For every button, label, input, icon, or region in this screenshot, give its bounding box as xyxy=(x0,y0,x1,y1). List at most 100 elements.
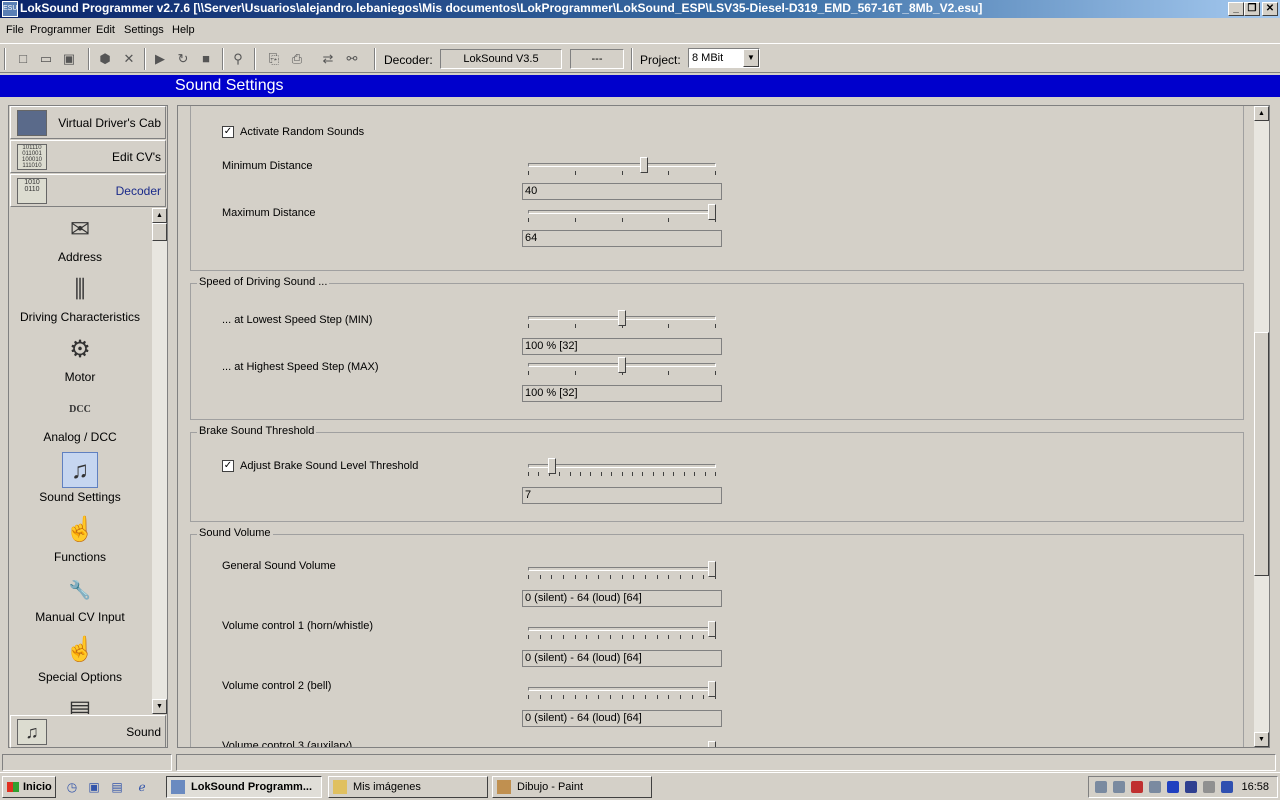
taskbar-item-label: LokSound Programm... xyxy=(191,781,313,793)
sidebar-button-decoder[interactable]: 1010 0110 Decoder xyxy=(10,174,166,207)
open-folder-icon[interactable]: ▭ xyxy=(38,51,54,67)
maximize-button[interactable]: ❐ xyxy=(1244,2,1260,16)
scrollbar-thumb[interactable] xyxy=(152,223,167,241)
toolbar-separator xyxy=(631,48,633,70)
reload-icon[interactable]: ↻ xyxy=(175,51,191,67)
media-quicklaunch-icon[interactable]: ▤ xyxy=(109,779,125,795)
sidebar-item-info-card[interactable]: ▤ xyxy=(10,688,150,714)
slider-thumb[interactable] xyxy=(708,741,716,747)
section-header: Sound Settings xyxy=(0,75,1280,97)
browser-quicklaunch-icon[interactable]: ℯ xyxy=(134,779,150,795)
shield-icon[interactable] xyxy=(1185,781,1197,793)
highest-speed-step-slider[interactable] xyxy=(528,357,716,375)
slider-thumb[interactable] xyxy=(640,157,648,173)
read-decoder-icon[interactable]: ⎘ xyxy=(266,51,282,67)
menu-edit[interactable]: Edit xyxy=(96,24,115,36)
menu-file[interactable]: File xyxy=(6,24,24,36)
sidebar-button-virtual-drivers-cab[interactable]: Virtual Driver's Cab xyxy=(10,106,166,139)
maximum-distance-slider[interactable] xyxy=(528,204,716,222)
taskbar-item-loksound[interactable]: LokSound Programm... xyxy=(166,776,322,798)
menu-settings[interactable]: Settings xyxy=(124,24,164,36)
sidebar-item-sound-settings[interactable]: ♫ Sound Settings xyxy=(10,448,150,508)
general-sound-volume-slider[interactable] xyxy=(528,561,716,579)
slider-track[interactable] xyxy=(528,687,716,691)
menu-help[interactable]: Help xyxy=(172,24,195,36)
slider-tick xyxy=(692,635,693,639)
slider-thumb[interactable] xyxy=(708,621,716,637)
status-bar xyxy=(0,752,1280,772)
sidebar-item-driving-characteristics[interactable]: ⫼ Driving Characteristics xyxy=(10,268,150,328)
slider-thumb[interactable] xyxy=(708,681,716,697)
activate-random-sounds-checkbox[interactable]: ✓ xyxy=(222,126,234,138)
start-button[interactable]: Inicio xyxy=(2,776,56,798)
desktop-quicklaunch-icon[interactable]: ▣ xyxy=(86,779,102,795)
lowest-speed-step-label: ... at Lowest Speed Step (MIN) xyxy=(222,314,373,326)
scroll-up-icon[interactable]: ▲ xyxy=(152,208,167,223)
bluetooth-tray-icon[interactable] xyxy=(1167,781,1179,793)
brake-threshold-slider[interactable] xyxy=(528,458,716,476)
monitor-tray-icon[interactable] xyxy=(1113,781,1125,793)
sidebar-item-manual-cv-input[interactable]: 🔧 Manual CV Input xyxy=(10,568,150,628)
sidebar-item-address[interactable]: ✉ Address xyxy=(10,208,150,268)
clock-quicklaunch-icon[interactable]: ◷ xyxy=(64,779,80,795)
volume-control-2-slider[interactable] xyxy=(528,681,716,699)
sidebar-button-sound[interactable]: ♫ Sound xyxy=(10,715,166,748)
sound-volume-group: Sound Volume General Sound Volume 0 (sil… xyxy=(190,527,1244,748)
slider-thumb[interactable] xyxy=(708,561,716,577)
sidebar-scrollbar[interactable]: ▲ ▼ xyxy=(152,208,167,714)
slider-track[interactable] xyxy=(528,464,716,468)
play-icon[interactable]: ▶ xyxy=(152,51,168,67)
write-decoder-icon[interactable]: ⎙ xyxy=(289,51,305,67)
disconnect-icon[interactable]: ✕ xyxy=(121,51,137,67)
slider-thumb[interactable] xyxy=(618,357,626,373)
taskbar-item-mis-imagenes[interactable]: Mis imágenes xyxy=(328,776,488,798)
slider-track[interactable] xyxy=(528,210,716,214)
chevron-down-icon[interactable]: ▼ xyxy=(743,49,759,67)
slider-thumb[interactable] xyxy=(548,458,556,474)
slider-tick xyxy=(575,575,576,579)
volume-control-1-slider[interactable] xyxy=(528,621,716,639)
minimum-distance-label: Minimum Distance xyxy=(222,160,313,172)
connect-icon[interactable]: ⬢ xyxy=(97,51,113,67)
transfer-icon[interactable]: ⇄ xyxy=(320,51,336,67)
slider-track[interactable] xyxy=(528,747,716,748)
menu-programmer[interactable]: Programmer xyxy=(30,24,91,36)
usb-tray-icon[interactable] xyxy=(1221,781,1233,793)
volume-control-3-slider[interactable] xyxy=(528,741,716,748)
stop-icon[interactable]: ■ xyxy=(198,51,214,67)
security-tray-icon[interactable] xyxy=(1203,781,1215,793)
scroll-down-icon[interactable]: ▼ xyxy=(1254,732,1269,747)
slider-thumb[interactable] xyxy=(618,310,626,326)
scroll-up-icon[interactable]: ▲ xyxy=(1254,106,1269,121)
network-icon[interactable]: ⚯ xyxy=(344,51,360,67)
new-file-icon[interactable]: □ xyxy=(15,51,31,67)
slider-tick xyxy=(559,472,560,476)
minimize-button[interactable]: _ xyxy=(1228,2,1244,16)
slider-thumb[interactable] xyxy=(708,204,716,220)
slider-track[interactable] xyxy=(528,627,716,631)
disconnected-tray-icon[interactable] xyxy=(1131,781,1143,793)
search-tray-icon[interactable] xyxy=(1149,781,1161,793)
project-select[interactable]: 8 MBit ▼ xyxy=(688,48,760,68)
slider-ticks xyxy=(528,575,716,581)
scroll-down-icon[interactable]: ▼ xyxy=(152,699,167,714)
title-bar[interactable]: ESU LokSound Programmer v2.7.6 [\\Server… xyxy=(0,0,1280,18)
minimum-distance-slider[interactable] xyxy=(528,157,716,175)
sidebar-item-special-options[interactable]: ☝ Special Options xyxy=(10,628,150,688)
taskbar-item-paint[interactable]: Dibujo - Paint xyxy=(492,776,652,798)
adjust-brake-sound-checkbox[interactable]: ✓ xyxy=(222,460,234,472)
sidebar-item-motor[interactable]: ⚙ Motor xyxy=(10,328,150,388)
scrollbar-thumb[interactable] xyxy=(1254,332,1269,576)
slider-track[interactable] xyxy=(528,163,716,167)
content-scrollbar[interactable]: ▲ ▼ xyxy=(1254,106,1269,747)
sidebar-button-label: Edit CV's xyxy=(112,150,161,164)
lowest-speed-step-slider[interactable] xyxy=(528,310,716,328)
save-icon[interactable]: ▣ xyxy=(61,51,77,67)
sidebar-item-functions[interactable]: ☝ Functions xyxy=(10,508,150,568)
close-button[interactable]: ✕ xyxy=(1262,2,1278,16)
sidebar-item-analog-dcc[interactable]: DCC Analog / DCC xyxy=(10,388,150,448)
network-tray-icon[interactable] xyxy=(1095,781,1107,793)
probe-icon[interactable]: ⚲ xyxy=(230,51,246,67)
sidebar-button-edit-cvs[interactable]: 101110 011001 100010 111010 Edit CV's xyxy=(10,140,166,173)
slider-track[interactable] xyxy=(528,567,716,571)
